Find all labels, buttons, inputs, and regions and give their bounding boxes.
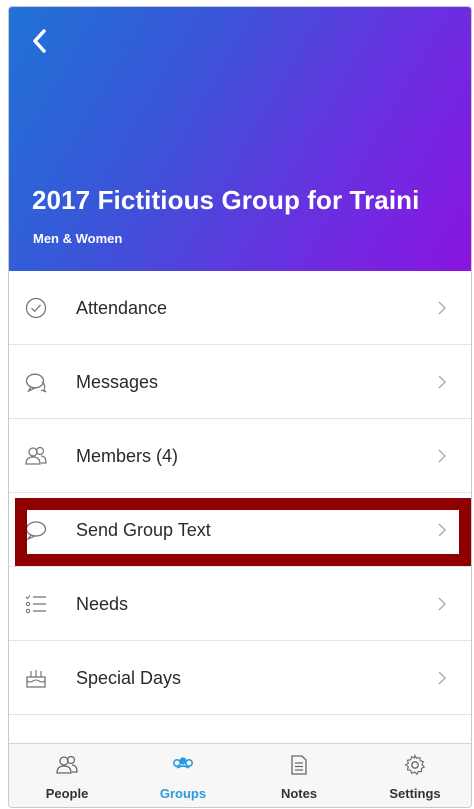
menu-item-label: Special Days	[76, 668, 182, 688]
chevron-right-icon	[437, 596, 447, 612]
chat-bubbles-icon	[25, 371, 47, 393]
groups-icon	[172, 754, 194, 776]
tab-label: Groups	[159, 786, 207, 801]
tab-groups[interactable]: Groups	[125, 744, 241, 807]
menu-item-attendance[interactable]: Attendance	[9, 271, 471, 345]
settings-gear-icon	[404, 753, 426, 776]
tab-label: People	[45, 786, 89, 801]
menu-item-label: Attendance	[76, 298, 168, 318]
menu-item-send-group-text[interactable]: Send Group Text	[9, 493, 471, 567]
people-icon	[56, 754, 78, 776]
speech-bubble-icon	[25, 519, 47, 541]
menu-item-needs[interactable]: Needs	[9, 567, 471, 641]
group-subtitle: Men & Women	[33, 231, 123, 246]
menu-item-label: Members (4)	[76, 446, 179, 466]
members-icon	[25, 445, 47, 467]
list-icon	[25, 593, 47, 615]
cake-icon	[25, 667, 47, 689]
group-header: 2017 Fictitious Group for Traini Men & W…	[9, 7, 471, 271]
menu-item-messages[interactable]: Messages	[9, 345, 471, 419]
chevron-right-icon	[437, 522, 447, 538]
menu-item-label: Needs	[76, 594, 129, 614]
back-arrow-icon[interactable]	[29, 27, 53, 55]
chevron-right-icon	[437, 670, 447, 686]
group-title: 2017 Fictitious Group for Traini	[32, 185, 420, 215]
menu-item-members[interactable]: Members (4)	[9, 419, 471, 493]
group-menu: Attendance Messages Members (4) Send Gro…	[9, 271, 471, 715]
phone-screen: 2017 Fictitious Group for Traini Men & W…	[8, 6, 472, 808]
notes-icon	[288, 754, 310, 776]
tab-people[interactable]: People	[9, 744, 125, 807]
menu-item-special-days[interactable]: Special Days	[9, 641, 471, 715]
menu-item-label: Messages	[76, 372, 159, 392]
tab-label: Settings	[389, 786, 441, 801]
chevron-right-icon	[437, 300, 447, 316]
menu-item-label: Send Group Text	[76, 520, 211, 540]
chevron-right-icon	[437, 374, 447, 390]
tab-label: Notes	[280, 786, 318, 801]
bottom-tab-bar: People Groups Notes Settings	[9, 743, 471, 807]
check-circle-icon	[25, 297, 47, 319]
chevron-right-icon	[437, 448, 447, 464]
tab-settings[interactable]: Settings	[357, 744, 471, 807]
tab-notes[interactable]: Notes	[241, 744, 357, 807]
